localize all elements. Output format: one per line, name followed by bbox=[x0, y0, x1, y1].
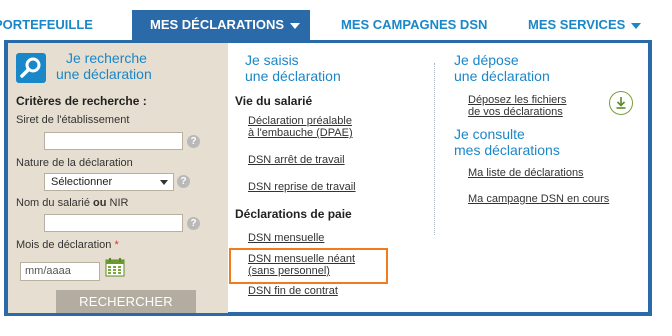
link-dpae[interactable]: Déclaration préalable à l'embauche (DPAE… bbox=[248, 115, 353, 139]
required-marker: * bbox=[114, 239, 119, 251]
help-icon[interactable]: ? bbox=[187, 217, 200, 230]
depose-title-line1: Je dépose bbox=[454, 52, 519, 68]
chevron-down-icon bbox=[160, 180, 168, 185]
tab-mes-campagnes-dsn[interactable]: MES CAMPAGNES DSN bbox=[341, 12, 487, 38]
siret-label: Siret de l'établissement bbox=[16, 114, 130, 126]
month-label: Mois de déclaration * bbox=[16, 239, 119, 251]
link-dsn-reprise-travail[interactable]: DSN reprise de travail bbox=[248, 181, 356, 193]
search-title-line2: une déclaration bbox=[56, 66, 152, 82]
link-dsn-arret-travail[interactable]: DSN arrêt de travail bbox=[248, 154, 345, 166]
search-title-line1: Je recherche bbox=[66, 50, 147, 66]
search-title: Je recherche une déclaration bbox=[56, 50, 152, 82]
link-dsn-neant-line2: (sans personnel) bbox=[248, 265, 330, 277]
name-label-or: ou bbox=[93, 197, 107, 209]
column-divider bbox=[434, 63, 435, 235]
section-declarations-paie: Déclarations de paie bbox=[235, 207, 352, 221]
month-input[interactable]: mm/aaaa bbox=[20, 262, 100, 281]
tab-label: MES SERVICES bbox=[528, 17, 626, 32]
help-icon[interactable]: ? bbox=[177, 175, 190, 188]
tab-label: MES DÉCLARATIONS bbox=[150, 17, 285, 32]
consulte-title: Je consulte mes déclarations bbox=[454, 126, 560, 158]
tab-label: PORTEFEUILLE bbox=[0, 17, 93, 32]
month-label-text: Mois de déclaration bbox=[16, 239, 115, 251]
saisis-title: Je saisis une déclaration bbox=[245, 52, 341, 84]
search-icon bbox=[16, 53, 46, 83]
criteria-heading: Critères de recherche : bbox=[16, 94, 147, 108]
calendar-icon[interactable] bbox=[105, 257, 125, 277]
link-ma-liste-declarations[interactable]: Ma liste de déclarations bbox=[468, 167, 584, 179]
saisis-title-line2: une déclaration bbox=[245, 68, 341, 84]
tab-label: MES CAMPAGNES DSN bbox=[341, 17, 488, 32]
link-dpae-line2: à l'embauche (DPAE) bbox=[248, 127, 353, 139]
link-dsn-mensuelle[interactable]: DSN mensuelle bbox=[248, 232, 324, 244]
name-label: Nom du salarié ou NIR bbox=[16, 197, 129, 209]
chevron-down-icon bbox=[290, 22, 301, 29]
consulte-title-line2: mes déclarations bbox=[454, 142, 560, 158]
link-deposez-fichiers[interactable]: Déposez les fichiers de vos déclarations bbox=[468, 94, 566, 118]
top-nav: PORTEFEUILLE MES DÉCLARATIONS MES CAMPAG… bbox=[0, 0, 672, 40]
siret-input[interactable] bbox=[44, 132, 183, 150]
tab-mes-services[interactable]: MES SERVICES bbox=[528, 12, 642, 38]
saisis-title-line1: Je saisis bbox=[245, 52, 299, 68]
name-label-text: Nom du salarié bbox=[16, 197, 94, 209]
search-button[interactable]: RECHERCHER bbox=[56, 290, 196, 313]
link-dsn-neant-line1: DSN mensuelle néant bbox=[248, 253, 356, 265]
nature-select-value: Sélectionner bbox=[51, 176, 113, 188]
link-dsn-fin-contrat[interactable]: DSN fin de contrat bbox=[248, 285, 338, 297]
link-dsn-mensuelle-neant[interactable]: DSN mensuelle néant (sans personnel) bbox=[248, 253, 355, 277]
link-deposez-line1: Déposez les fichiers bbox=[468, 94, 567, 106]
consulte-title-line1: Je consulte bbox=[454, 126, 525, 142]
declarations-menu-panel: Je recherche une déclaration Critères de… bbox=[4, 40, 652, 316]
help-icon[interactable]: ? bbox=[187, 135, 200, 148]
search-panel: Je recherche une déclaration Critères de… bbox=[8, 43, 228, 313]
name-label-nir: NIR bbox=[106, 197, 129, 209]
chevron-down-icon bbox=[631, 22, 642, 29]
depose-title-line2: une déclaration bbox=[454, 68, 550, 84]
name-nir-input[interactable] bbox=[44, 214, 183, 232]
section-vie-salarie: Vie du salarié bbox=[235, 94, 313, 108]
link-ma-campagne-dsn[interactable]: Ma campagne DSN en cours bbox=[468, 193, 609, 205]
link-deposez-line2: de vos déclarations bbox=[468, 106, 563, 118]
search-header: Je recherche une déclaration bbox=[16, 50, 226, 86]
tab-mes-declarations[interactable]: MES DÉCLARATIONS bbox=[132, 10, 310, 40]
link-dpae-line1: Déclaration préalable bbox=[248, 115, 352, 127]
nature-label: Nature de la déclaration bbox=[16, 157, 133, 169]
download-icon[interactable] bbox=[609, 91, 633, 115]
depose-title: Je dépose une déclaration bbox=[454, 52, 550, 84]
nature-select[interactable]: Sélectionner bbox=[44, 173, 174, 191]
tab-portefeuille[interactable]: PORTEFEUILLE bbox=[0, 12, 93, 38]
